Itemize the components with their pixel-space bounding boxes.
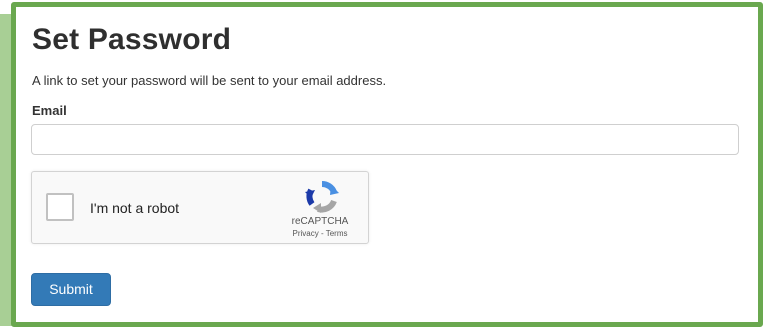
page: Set Password A link to set your password… [0, 0, 763, 329]
privacy-link[interactable]: Privacy [293, 229, 319, 238]
email-label: Email [32, 103, 67, 118]
terms-link[interactable]: Terms [326, 229, 348, 238]
recaptcha-links: Privacy - Terms [280, 230, 360, 238]
email-field[interactable] [31, 124, 739, 155]
recaptcha-label: I'm not a robot [90, 200, 180, 216]
page-title: Set Password [32, 23, 232, 56]
recaptcha-logo-icon [305, 181, 339, 213]
links-separator: - [318, 229, 326, 238]
set-password-card: Set Password A link to set your password… [11, 2, 763, 327]
recaptcha-widget: I'm not a robot reCAPTCHA Privacy - Term… [31, 171, 369, 244]
description-text: A link to set your password will be sent… [32, 73, 387, 88]
recaptcha-checkbox[interactable] [46, 193, 74, 221]
recaptcha-brand: reCAPTCHA [291, 216, 349, 227]
submit-button[interactable]: Submit [31, 273, 111, 306]
